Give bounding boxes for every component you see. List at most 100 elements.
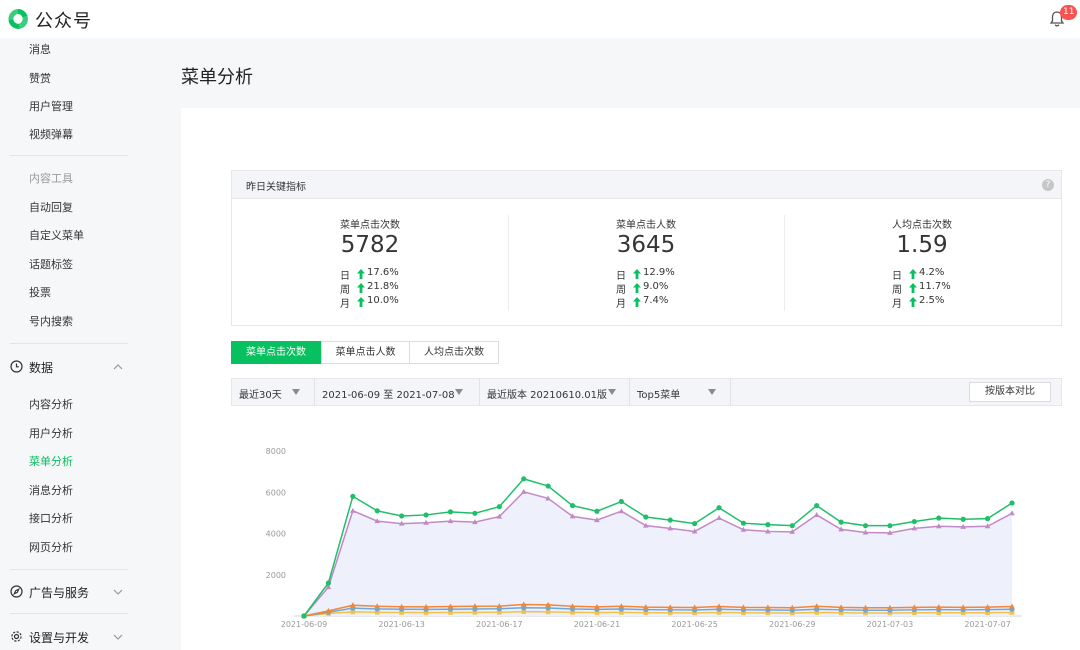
content-card: 昨日关键指标 ? 菜单点击次数 5782 日 17.6% 周 21.8% 月 10.0… xyxy=(181,108,1080,650)
range-select[interactable]: 最近30天 xyxy=(232,379,315,405)
x-tick-label: 2021-06-21 xyxy=(574,620,621,629)
chevron-down-icon[interactable] xyxy=(112,631,124,643)
sidebar-group-label: 广告与服务 xyxy=(29,586,90,600)
tab-avg-clicks[interactable]: 人均点击次数 xyxy=(409,341,499,364)
sidebar-item-user-analysis[interactable]: 用户分析 xyxy=(29,425,73,441)
up-arrow-icon xyxy=(633,269,641,279)
x-tick-label: 2021-06-09 xyxy=(281,620,328,629)
data-point xyxy=(569,503,576,509)
y-tick-label: 4000 xyxy=(266,530,286,539)
kpi-header: 昨日关键指标 ? xyxy=(232,171,1061,199)
data-point xyxy=(545,483,551,489)
sidebar-item-webpage-analysis[interactable]: 网页分析 xyxy=(29,539,73,555)
sidebar-item-vote[interactable]: 投票 xyxy=(29,284,51,300)
data-point xyxy=(765,522,771,528)
chevron-up-icon[interactable] xyxy=(112,361,124,373)
kpi-header-label: 昨日关键指标 xyxy=(246,182,306,193)
data-point xyxy=(325,580,332,586)
top-menu-select[interactable]: Top5菜单 xyxy=(630,379,731,405)
dropdown-caret-icon xyxy=(608,389,616,395)
x-tick-label: 2021-06-25 xyxy=(671,620,718,629)
tab-menu-users[interactable]: 菜单点击人数 xyxy=(321,341,410,364)
gear-icon xyxy=(11,631,22,642)
clock-icon xyxy=(10,360,23,373)
sidebar-item-appreciation[interactable]: 赞赏 xyxy=(29,70,51,86)
data-point xyxy=(789,523,795,529)
sidebar-item-menu-analysis[interactable]: 菜单分析 xyxy=(29,453,73,469)
kpi-title: 菜单点击人数 xyxy=(616,220,676,231)
data-point xyxy=(838,519,844,525)
sidebar-item-video-danmaku[interactable]: 视频弹幕 xyxy=(29,126,73,142)
data-point xyxy=(350,493,356,499)
kpi-title: 菜单点击次数 xyxy=(340,220,400,231)
data-point xyxy=(399,513,405,519)
tab-menu-clicks[interactable]: 菜单点击次数 xyxy=(231,341,321,364)
series-area xyxy=(304,491,1012,616)
x-tick-label: 2021-07-03 xyxy=(867,620,914,629)
data-point xyxy=(887,523,893,529)
sidebar-group-settings[interactable]: 设置与开发 xyxy=(10,627,130,647)
up-arrow-icon xyxy=(909,283,917,293)
sidebar-item-messages[interactable]: 消息 xyxy=(29,41,51,57)
sidebar-item-content-analysis[interactable]: 内容分析 xyxy=(29,396,73,412)
sidebar-group-data[interactable]: 数据 xyxy=(10,357,130,377)
data-point xyxy=(423,512,429,518)
brand-title[interactable]: 公众号 xyxy=(35,7,92,33)
chevron-down-icon[interactable] xyxy=(112,586,124,598)
compass-icon xyxy=(10,585,23,598)
data-point xyxy=(1009,500,1015,506)
y-tick-label: 2000 xyxy=(266,571,286,580)
page-title: 菜单分析 xyxy=(181,67,253,88)
sidebar-item-message-analysis[interactable]: 消息分析 xyxy=(29,482,73,498)
sidebar-item-api-analysis[interactable]: 接口分析 xyxy=(29,510,73,526)
data-point xyxy=(618,508,625,514)
sidebar-divider xyxy=(10,155,128,156)
up-arrow-icon xyxy=(357,269,365,279)
data-point xyxy=(350,507,356,513)
data-point xyxy=(692,521,698,527)
y-tick-label: 8000 xyxy=(266,447,286,456)
data-point xyxy=(472,510,478,516)
help-icon[interactable]: ? xyxy=(1042,179,1054,191)
version-select[interactable]: 最近版本 20210610.01版 xyxy=(480,379,630,405)
notification-badge: 11 xyxy=(1060,5,1078,20)
data-point xyxy=(643,514,649,520)
sidebar-item-custom-menu[interactable]: 自定义菜单 xyxy=(29,227,84,243)
top-bar: 公众号 11 xyxy=(0,0,1080,38)
sidebar-item-topic-tags[interactable]: 话题标签 xyxy=(29,256,73,272)
up-arrow-icon xyxy=(633,297,641,307)
data-point xyxy=(814,503,820,509)
compare-version-button[interactable]: 按版本对比 xyxy=(969,382,1051,402)
dropdown-caret-icon xyxy=(292,389,300,395)
sidebar-divider xyxy=(10,569,128,570)
data-point xyxy=(667,517,673,523)
data-point xyxy=(594,508,600,514)
up-arrow-icon xyxy=(357,297,365,307)
data-point xyxy=(618,498,624,505)
data-point xyxy=(521,476,527,482)
date-range-picker[interactable]: 2021-06-09 至 2021-07-08 xyxy=(315,379,480,405)
data-point xyxy=(374,508,380,514)
data-point xyxy=(447,509,454,515)
kpi-value: 3645 xyxy=(616,232,676,258)
wechat-logo-icon[interactable] xyxy=(6,7,30,31)
sidebar-group-ads[interactable]: 广告与服务 xyxy=(10,582,130,602)
data-point xyxy=(716,515,722,521)
data-point xyxy=(301,613,307,619)
sidebar-item-inner-search[interactable]: 号内搜索 xyxy=(29,313,73,329)
data-point xyxy=(862,523,869,529)
data-point xyxy=(520,488,527,494)
sidebar-section-content-tools: 内容工具 xyxy=(29,172,73,185)
sidebar-item-user-management[interactable]: 用户管理 xyxy=(29,98,73,114)
kpi-value: 1.59 xyxy=(896,232,948,258)
up-arrow-icon xyxy=(357,283,365,293)
filter-bar: 最近30天 2021-06-09 至 2021-07-08 最近版本 20210… xyxy=(231,378,1062,406)
x-tick-label: 2021-06-17 xyxy=(476,620,522,629)
data-point xyxy=(911,518,917,525)
sidebar-divider xyxy=(10,613,128,614)
kpi-card-clicks: 菜单点击次数 5782 日 17.6% 周 21.8% 月 10.0% xyxy=(232,199,508,325)
sidebar-item-auto-reply[interactable]: 自动回复 xyxy=(29,199,73,215)
sidebar-group-label: 设置与开发 xyxy=(29,631,90,645)
main-area: 菜单分析 昨日关键指标 ? 菜单点击次数 5782 日 17.6% 周 21.8% … xyxy=(160,38,1080,650)
up-arrow-icon xyxy=(909,269,917,279)
